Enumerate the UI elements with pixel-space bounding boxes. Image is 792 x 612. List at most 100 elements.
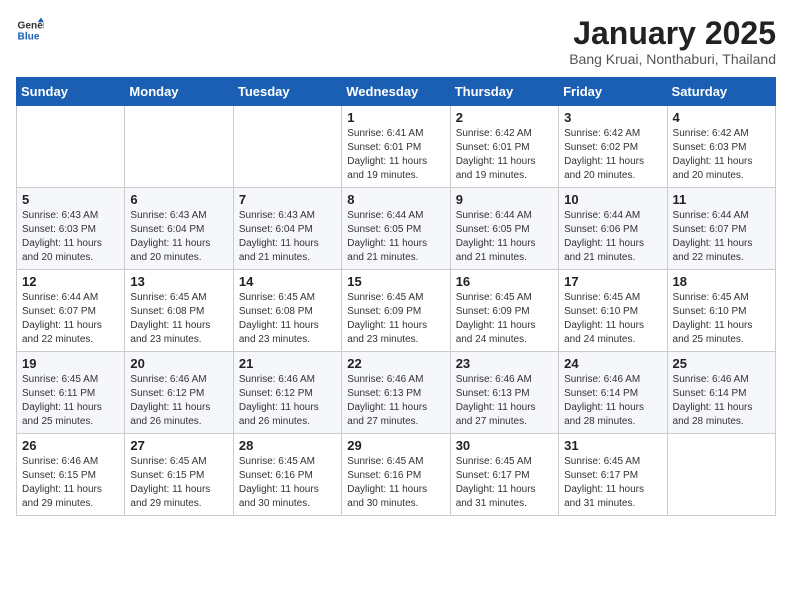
day-info: Sunrise: 6:46 AM Sunset: 6:13 PM Dayligh… [456, 373, 553, 429]
day-info: Sunrise: 6:45 AM Sunset: 6:16 PM Dayligh… [347, 455, 444, 511]
calendar-cell: 19 Sunrise: 6:45 AM Sunset: 6:11 PM Dayli… [17, 352, 125, 434]
calendar-header-row: Sunday Monday Tuesday Wednesday Thursday… [17, 78, 776, 106]
month-title: January 2025 [569, 16, 776, 51]
day-info: Sunrise: 6:46 AM Sunset: 6:14 PM Dayligh… [564, 373, 661, 429]
day-number: 11 [673, 192, 770, 207]
day-info: Sunrise: 6:43 AM Sunset: 6:04 PM Dayligh… [130, 209, 227, 265]
day-number: 20 [130, 356, 227, 371]
day-number: 22 [347, 356, 444, 371]
calendar-cell [17, 106, 125, 188]
calendar-cell: 17Sunrise: 6:45 AM Sunset: 6:10 PM Dayli… [559, 270, 667, 352]
day-number: 25 [673, 356, 770, 371]
calendar-cell: 24 Sunrise: 6:46 AM Sunset: 6:14 PM Dayli… [559, 352, 667, 434]
day-info: Sunrise: 6:44 AM Sunset: 6:07 PM Dayligh… [22, 291, 119, 347]
day-number: 12 [22, 274, 119, 289]
calendar-cell [233, 106, 341, 188]
day-number: 23 [456, 356, 553, 371]
day-number: 13 [130, 274, 227, 289]
day-number: 17 [564, 274, 661, 289]
day-info: Sunrise: 6:46 AM Sunset: 6:12 PM Dayligh… [130, 373, 227, 429]
header-friday: Friday [559, 78, 667, 106]
calendar-cell: 3 Sunrise: 6:42 AM Sunset: 6:02 PM Daylig… [559, 106, 667, 188]
day-number: 15 [347, 274, 444, 289]
calendar-table: Sunday Monday Tuesday Wednesday Thursday… [16, 77, 776, 516]
calendar-cell: 10 Sunrise: 6:44 AM Sunset: 6:06 PM Dayli… [559, 188, 667, 270]
logo-icon: General Blue [16, 16, 44, 44]
day-number: 3 [564, 110, 661, 125]
day-number: 30 [456, 438, 553, 453]
day-number: 27 [130, 438, 227, 453]
day-info: Sunrise: 6:45 AM Sunset: 6:09 PM Dayligh… [456, 291, 553, 347]
day-number: 26 [22, 438, 119, 453]
calendar-week-row: 12 Sunrise: 6:44 AM Sunset: 6:07 PM Dayli… [17, 270, 776, 352]
day-info: Sunrise: 6:45 AM Sunset: 6:17 PM Dayligh… [564, 455, 661, 511]
day-info: Sunrise: 6:42 AM Sunset: 6:02 PM Dayligh… [564, 127, 661, 183]
title-block: January 2025 Bang Kruai, Nonthaburi, Tha… [569, 16, 776, 67]
day-number: 16 [456, 274, 553, 289]
day-info: Sunrise: 6:45 AM Sunset: 6:16 PM Dayligh… [239, 455, 336, 511]
day-info: Sunrise: 6:46 AM Sunset: 6:15 PM Dayligh… [22, 455, 119, 511]
calendar-cell: 23 Sunrise: 6:46 AM Sunset: 6:13 PM Dayli… [450, 352, 558, 434]
calendar-cell: 26 Sunrise: 6:46 AM Sunset: 6:15 PM Dayli… [17, 434, 125, 516]
day-number: 19 [22, 356, 119, 371]
calendar-cell: 15 Sunrise: 6:45 AM Sunset: 6:09 PM Dayli… [342, 270, 450, 352]
day-info: Sunrise: 6:45 AM Sunset: 6:10 PM Dayligh… [673, 291, 770, 347]
calendar-week-row: 26 Sunrise: 6:46 AM Sunset: 6:15 PM Dayli… [17, 434, 776, 516]
day-number: 8 [347, 192, 444, 207]
calendar-cell: 1 Sunrise: 6:41 AM Sunset: 6:01 PM Daylig… [342, 106, 450, 188]
day-number: 28 [239, 438, 336, 453]
header-tuesday: Tuesday [233, 78, 341, 106]
day-info: Sunrise: 6:44 AM Sunset: 6:05 PM Dayligh… [456, 209, 553, 265]
header-monday: Monday [125, 78, 233, 106]
calendar-cell: 12 Sunrise: 6:44 AM Sunset: 6:07 PM Dayli… [17, 270, 125, 352]
calendar-cell: 22 Sunrise: 6:46 AM Sunset: 6:13 PM Dayli… [342, 352, 450, 434]
calendar-cell [125, 106, 233, 188]
day-number: 1 [347, 110, 444, 125]
day-number: 2 [456, 110, 553, 125]
day-number: 21 [239, 356, 336, 371]
calendar-cell: 9 Sunrise: 6:44 AM Sunset: 6:05 PM Daylig… [450, 188, 558, 270]
calendar-cell: 16 Sunrise: 6:45 AM Sunset: 6:09 PM Dayli… [450, 270, 558, 352]
day-info: Sunrise: 6:43 AM Sunset: 6:04 PM Dayligh… [239, 209, 336, 265]
calendar-cell: 25 Sunrise: 6:46 AM Sunset: 6:14 PM Dayli… [667, 352, 775, 434]
calendar-cell: 29Sunrise: 6:45 AM Sunset: 6:16 PM Dayli… [342, 434, 450, 516]
calendar-cell: 31 Sunrise: 6:45 AM Sunset: 6:17 PM Dayli… [559, 434, 667, 516]
calendar-cell: 18Sunrise: 6:45 AM Sunset: 6:10 PM Dayli… [667, 270, 775, 352]
day-info: Sunrise: 6:45 AM Sunset: 6:08 PM Dayligh… [239, 291, 336, 347]
day-info: Sunrise: 6:44 AM Sunset: 6:05 PM Dayligh… [347, 209, 444, 265]
day-info: Sunrise: 6:41 AM Sunset: 6:01 PM Dayligh… [347, 127, 444, 183]
day-info: Sunrise: 6:45 AM Sunset: 6:11 PM Dayligh… [22, 373, 119, 429]
header-sunday: Sunday [17, 78, 125, 106]
calendar-cell: 13Sunrise: 6:45 AM Sunset: 6:08 PM Dayli… [125, 270, 233, 352]
calendar-cell [667, 434, 775, 516]
day-info: Sunrise: 6:43 AM Sunset: 6:03 PM Dayligh… [22, 209, 119, 265]
header-wednesday: Wednesday [342, 78, 450, 106]
day-info: Sunrise: 6:46 AM Sunset: 6:14 PM Dayligh… [673, 373, 770, 429]
header-saturday: Saturday [667, 78, 775, 106]
calendar-cell: 5Sunrise: 6:43 AM Sunset: 6:03 PM Daylig… [17, 188, 125, 270]
day-info: Sunrise: 6:45 AM Sunset: 6:15 PM Dayligh… [130, 455, 227, 511]
day-number: 7 [239, 192, 336, 207]
calendar-cell: 11 Sunrise: 6:44 AM Sunset: 6:07 PM Dayli… [667, 188, 775, 270]
day-info: Sunrise: 6:44 AM Sunset: 6:06 PM Dayligh… [564, 209, 661, 265]
day-info: Sunrise: 6:45 AM Sunset: 6:17 PM Dayligh… [456, 455, 553, 511]
page-header: General Blue January 2025 Bang Kruai, No… [16, 16, 776, 67]
calendar-cell: 2 Sunrise: 6:42 AM Sunset: 6:01 PM Daylig… [450, 106, 558, 188]
day-number: 14 [239, 274, 336, 289]
day-info: Sunrise: 6:46 AM Sunset: 6:13 PM Dayligh… [347, 373, 444, 429]
calendar-cell: 6 Sunrise: 6:43 AM Sunset: 6:04 PM Daylig… [125, 188, 233, 270]
day-number: 6 [130, 192, 227, 207]
location: Bang Kruai, Nonthaburi, Thailand [569, 51, 776, 67]
day-info: Sunrise: 6:44 AM Sunset: 6:07 PM Dayligh… [673, 209, 770, 265]
header-thursday: Thursday [450, 78, 558, 106]
day-number: 4 [673, 110, 770, 125]
day-info: Sunrise: 6:45 AM Sunset: 6:09 PM Dayligh… [347, 291, 444, 347]
logo: General Blue [16, 16, 44, 44]
day-number: 10 [564, 192, 661, 207]
day-number: 31 [564, 438, 661, 453]
day-number: 9 [456, 192, 553, 207]
calendar-cell: 27 Sunrise: 6:45 AM Sunset: 6:15 PM Dayli… [125, 434, 233, 516]
day-info: Sunrise: 6:42 AM Sunset: 6:03 PM Dayligh… [673, 127, 770, 183]
day-number: 24 [564, 356, 661, 371]
day-info: Sunrise: 6:42 AM Sunset: 6:01 PM Dayligh… [456, 127, 553, 183]
